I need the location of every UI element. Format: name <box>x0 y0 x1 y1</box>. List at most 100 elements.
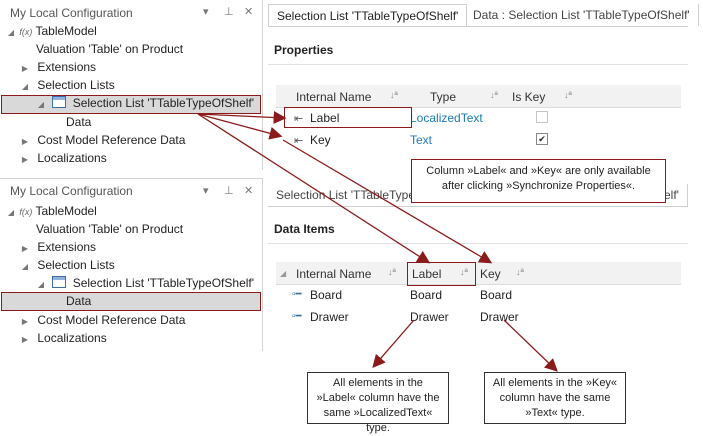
item-icon: ▫━ <box>292 289 302 300</box>
tree-item-data-selected[interactable] <box>1 292 261 311</box>
panel-title: My Local Configuration <box>10 184 133 198</box>
tree-item-selection-lists[interactable]: ◢ Selection Lists <box>20 256 115 274</box>
col-header-type[interactable]: Type <box>430 90 456 104</box>
label-header-highlight <box>407 262 476 286</box>
tree-label: Localizations <box>37 331 107 345</box>
expanded-icon[interactable]: ◢ <box>6 204 16 222</box>
cell-internal-name[interactable]: Drawer <box>310 310 349 324</box>
property-icon: ⇤ <box>294 135 304 147</box>
pin-icon[interactable]: ⊥ <box>224 5 234 18</box>
tree-item-localizations[interactable]: ▶ Localizations <box>20 149 107 167</box>
section-divider <box>268 243 688 244</box>
tree-item-valuation[interactable]: Valuation 'Table' on Product <box>36 220 183 238</box>
checkbox-is-key[interactable]: ✔ <box>536 133 548 145</box>
tree-label: Selection Lists <box>37 258 115 272</box>
tree-label: TableModel <box>35 204 97 218</box>
tree-item-data[interactable]: Data <box>66 292 91 310</box>
tree-item-extensions[interactable]: ▶ Extensions <box>20 238 96 256</box>
tree-item-selection-list[interactable]: ◢ Selection List 'TTableTypeOfShelf' <box>36 94 254 112</box>
sort-icon[interactable]: ↓ª <box>564 90 572 100</box>
callout-label-type: All elements in the »Label« column have … <box>307 372 449 434</box>
table-row[interactable]: ⇤ Key Text ✔ <box>276 129 681 151</box>
cell-internal-name[interactable]: Key <box>310 133 331 147</box>
tree-item-tablemodel[interactable]: ◢ f(x) TableModel <box>6 22 97 40</box>
tree-label: Cost Model Reference Data <box>37 313 186 327</box>
bottom-editor: Selection List 'TTableTypeOf elf' Data I… <box>268 180 703 350</box>
expanded-icon[interactable]: ◢ <box>20 258 30 276</box>
grid-corner-icon: ◢ <box>280 269 287 278</box>
tree-label: Extensions <box>37 240 97 254</box>
tree-item-cost-model[interactable]: ▶ Cost Model Reference Data <box>20 311 186 329</box>
expanded-icon[interactable]: ◢ <box>20 78 30 96</box>
close-icon[interactable]: ✕ <box>244 5 253 18</box>
tree-label: Data <box>66 115 92 129</box>
cell-key[interactable]: Board <box>480 288 512 302</box>
tree-item-valuation[interactable]: Valuation 'Table' on Product <box>36 40 183 58</box>
col-header-is-key[interactable]: Is Key <box>512 90 545 104</box>
tab-strip-border <box>268 206 688 207</box>
collapsed-icon[interactable]: ▶ <box>20 151 30 169</box>
col-header-key[interactable]: Key <box>480 267 501 281</box>
tree-label: Valuation 'Table' on Product <box>36 42 184 56</box>
table-row[interactable]: ▫━ Drawer Drawer Drawer <box>276 306 681 328</box>
expanded-icon[interactable]: ◢ <box>36 96 46 114</box>
sort-icon[interactable]: ↓ª <box>388 267 396 277</box>
section-title: Data Items <box>274 222 335 236</box>
pin-icon[interactable]: ⊥ <box>224 184 234 197</box>
tab-data-selection-list[interactable]: Data : Selection List 'TTableTypeOfShelf… <box>465 4 699 26</box>
tree-item-cost-model[interactable]: ▶ Cost Model Reference Data <box>20 131 186 149</box>
close-icon[interactable]: ✕ <box>244 184 253 197</box>
sort-icon[interactable]: ↓ª <box>390 90 398 100</box>
sort-icon[interactable]: ↓ª <box>490 90 498 100</box>
callout-synchronize: Column »Label« and »Key« are only availa… <box>411 159 666 203</box>
sort-icon[interactable]: ↓ª <box>516 267 524 277</box>
tree-label: Selection List 'TTableTypeOfShelf' <box>72 96 255 110</box>
callout-text: All elements in the »Label« column have … <box>316 377 440 434</box>
tree-label: Extensions <box>37 60 97 74</box>
bottom-tree-panel: My Local Configuration ▾ ⊥ ✕ ◢ f(x) Tabl… <box>0 178 263 351</box>
tab-strip-border <box>268 26 688 27</box>
cell-type[interactable]: LocalizedText <box>410 111 483 125</box>
table-icon <box>52 276 67 288</box>
data-items-grid: ◢ Internal Name ↓ª Label ↓ª Key ↓ª ▫━ Bo… <box>276 262 681 330</box>
item-icon: ▫━ <box>292 311 302 322</box>
dropdown-icon[interactable]: ▾ <box>203 184 209 197</box>
callout-key-type: All elements in the »Key« column have th… <box>484 372 626 424</box>
tree-label: Selection List 'TTableTypeOfShelf' <box>72 276 255 290</box>
tree-label: Valuation 'Table' on Product <box>36 222 184 236</box>
cell-label[interactable]: Board <box>410 288 442 302</box>
top-editor: Selection List 'TTableTypeOfShelf' Data … <box>268 0 703 170</box>
function-icon: f(x) <box>19 27 33 37</box>
collapsed-icon[interactable]: ▶ <box>20 331 30 349</box>
section-title: Properties <box>274 43 334 57</box>
tree-label: Cost Model Reference Data <box>37 133 186 147</box>
panel-title: My Local Configuration <box>10 6 133 20</box>
cell-key[interactable]: Drawer <box>480 310 519 324</box>
table-row[interactable]: ▫━ Board Board Board <box>276 284 681 306</box>
tree-item-extensions[interactable]: ▶ Extensions <box>20 58 96 76</box>
tree-label: Selection Lists <box>37 78 115 92</box>
section-divider <box>268 64 688 65</box>
tree-item-selection-list[interactable]: ◢ Selection List 'TTableTypeOfShelf' <box>36 274 254 292</box>
callout-text: All elements in the »Key« column have th… <box>492 377 618 419</box>
function-icon: f(x) <box>19 207 33 217</box>
table-icon <box>52 96 67 108</box>
tree-item-tablemodel[interactable]: ◢ f(x) TableModel <box>6 202 97 220</box>
top-tree-panel: My Local Configuration ▾ ⊥ ✕ ◢ f(x) Tabl… <box>0 0 263 170</box>
tree-label: Data <box>66 294 92 308</box>
callout-text: Column »Label« and »Key« are only availa… <box>426 165 651 192</box>
tree-label: TableModel <box>35 24 97 38</box>
tree-label: Localizations <box>37 151 107 165</box>
cell-type[interactable]: Text <box>410 133 432 147</box>
tree-item-data[interactable]: Data <box>66 113 91 131</box>
cell-label[interactable]: Drawer <box>410 310 449 324</box>
col-header-internal-name[interactable]: Internal Name <box>296 267 371 281</box>
tab-selection-list[interactable]: Selection List 'TTableTypeOfShelf' <box>268 4 468 27</box>
expanded-icon[interactable]: ◢ <box>6 24 16 42</box>
tree-item-localizations[interactable]: ▶ Localizations <box>20 329 107 347</box>
dropdown-icon[interactable]: ▾ <box>203 5 209 18</box>
col-header-internal-name[interactable]: Internal Name <box>296 90 371 104</box>
tree-item-selection-lists[interactable]: ◢ Selection Lists <box>20 76 115 94</box>
checkbox-is-key[interactable] <box>536 111 548 123</box>
cell-internal-name[interactable]: Board <box>310 288 342 302</box>
